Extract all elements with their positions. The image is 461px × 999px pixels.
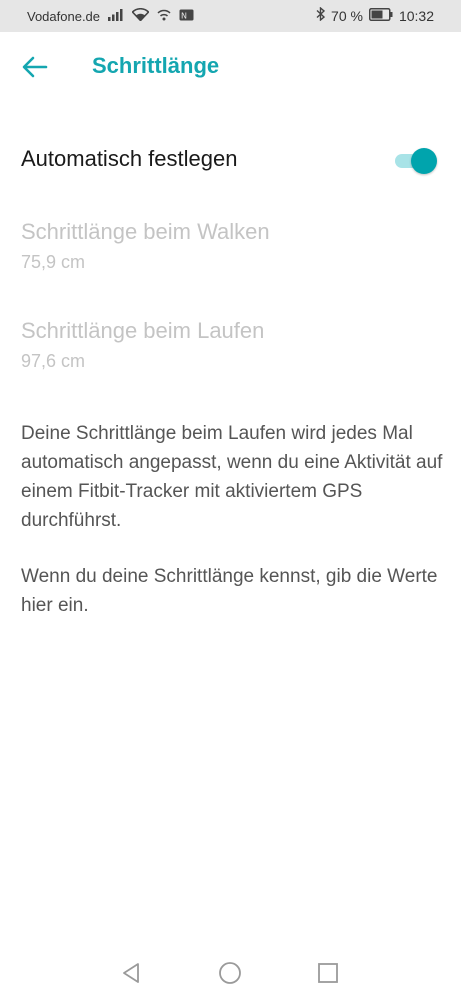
bluetooth-icon [316,6,326,24]
home-circle-icon [218,961,242,990]
status-right: 70 % 10:32 [316,6,434,24]
nav-home-button[interactable] [217,961,243,990]
recents-square-icon [317,962,339,989]
walking-stride-label: Schrittlänge beim Walken [21,219,270,244]
info-paragraph-manual: Wenn du deine Schrittlänge kennst, gib d… [21,566,438,616]
page-title: Schrittlänge [92,53,220,78]
nfc-icon: N [179,9,194,24]
wifi-call-icon [157,8,171,24]
battery-percent: 70 % [331,7,363,24]
auto-set-row[interactable]: Automatisch festlegen [0,130,461,190]
auto-set-toggle[interactable] [395,148,437,174]
system-nav-bar [0,950,461,999]
info-paragraph-auto: Deine Schrittlänge beim Laufen wird jede… [21,423,443,531]
back-triangle-icon [121,962,141,989]
running-stride-value: 97,6 cm [21,351,86,371]
walking-stride-row[interactable]: Schrittlänge beim Walken 75,9 cm [0,219,461,289]
battery-icon [368,7,393,24]
running-stride-label: Schrittlänge beim Laufen [21,318,265,343]
walking-stride-value: 75,9 cm [21,252,86,272]
back-button[interactable] [20,54,50,84]
wifi-icon [131,8,150,24]
auto-set-label: Automatisch festlegen [21,146,238,171]
nav-recents-button[interactable] [315,962,341,988]
status-left: Vodafone.de N [27,8,194,24]
running-stride-row[interactable]: Schrittlänge beim Laufen 97,6 cm [0,318,461,388]
signal-icon [108,8,124,24]
arrow-left-icon [22,56,48,83]
app-bar: Schrittlänge [0,32,461,104]
status-bar: Vodafone.de N 70 % 10:32 [0,0,461,32]
svg-text:N: N [181,11,187,20]
nav-back-button[interactable] [118,962,144,988]
screen: Vodafone.de N 70 % 10:32 Schrittlänge Au… [0,0,461,999]
toggle-thumb [411,148,437,174]
clock: 10:32 [398,7,434,24]
carrier-name: Vodafone.de [27,8,101,24]
